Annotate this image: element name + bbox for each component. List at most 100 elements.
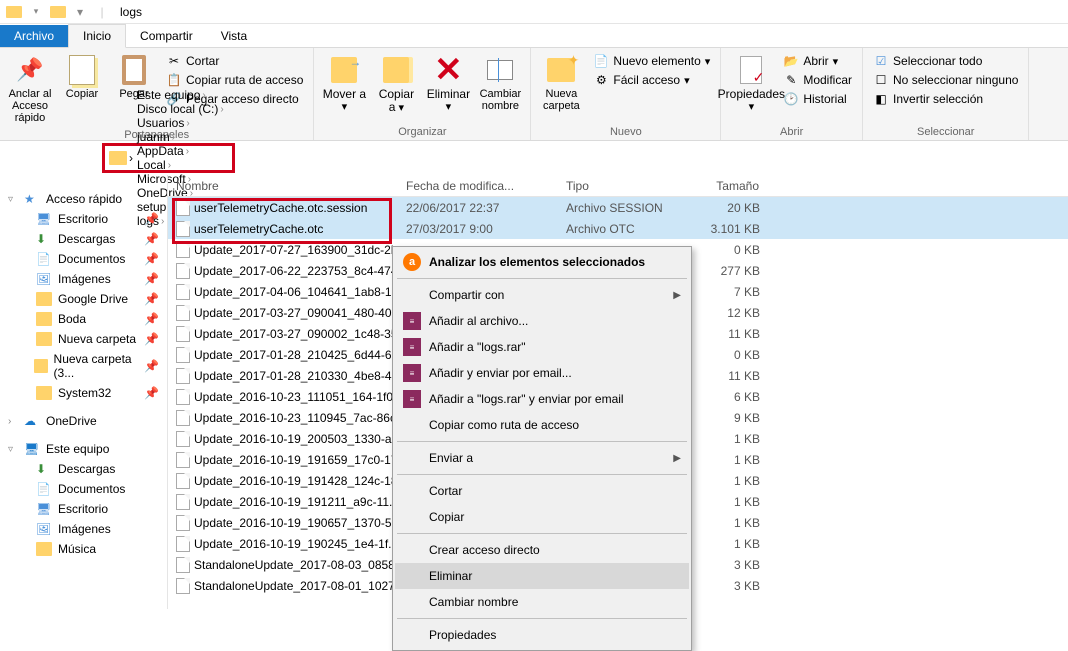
nav-item[interactable]: ⬇Descargas bbox=[0, 459, 167, 479]
ribbon-tabs: Archivo Inicio Compartir Vista bbox=[0, 24, 1068, 48]
group-organize: Mover a ▾ Copiar a ▾ ✕ Eliminar ▾ Cambia… bbox=[314, 48, 531, 140]
breadcrumb-segment[interactable]: juanm› bbox=[133, 130, 228, 144]
chevron-right-icon: › bbox=[186, 118, 189, 129]
delete-button[interactable]: ✕ Eliminar ▾ bbox=[424, 50, 472, 117]
history-button[interactable]: 🕑Historial bbox=[779, 90, 856, 108]
breadcrumb-segment[interactable]: Disco local (C:)› bbox=[133, 102, 228, 116]
folder-icon bbox=[36, 292, 52, 306]
file-icon bbox=[176, 326, 190, 342]
nav-item[interactable]: Google Drive📌 bbox=[0, 289, 167, 309]
rename-icon bbox=[487, 60, 513, 80]
pin-icon: 📌 bbox=[144, 272, 159, 286]
group-open: Propiedades ▾ 📂Abrir ▾ ✎Modificar 🕑Histo… bbox=[721, 48, 863, 140]
nav-onedrive[interactable]: ›☁OneDrive bbox=[0, 411, 167, 431]
nav-item[interactable]: 🖼Imágenes bbox=[0, 519, 167, 539]
chevron-right-icon: ▶ bbox=[673, 453, 681, 464]
folder-icon bbox=[36, 542, 52, 556]
properties-button[interactable]: Propiedades ▾ bbox=[727, 50, 775, 117]
history-icon: 🕑 bbox=[783, 91, 799, 107]
winrar-icon: ≡ bbox=[403, 312, 421, 330]
nav-item[interactable]: Nueva carpeta📌 bbox=[0, 329, 167, 349]
new-item-button[interactable]: 📄Nuevo elemento ▾ bbox=[589, 52, 714, 70]
nav-item[interactable]: 🖥Escritorio📌 bbox=[0, 209, 167, 229]
ctx-share-with[interactable]: Compartir con▶ bbox=[395, 282, 689, 308]
col-size[interactable]: Tamaño bbox=[688, 179, 768, 193]
navigation-pane[interactable]: ▿★Acceso rápido 🖥Escritorio📌⬇Descargas📌📄… bbox=[0, 175, 168, 609]
ctx-add-archive[interactable]: ≡Añadir al archivo... bbox=[395, 308, 689, 334]
nav-item[interactable]: Música bbox=[0, 539, 167, 559]
new-folder-button[interactable]: Nueva carpeta bbox=[537, 50, 585, 116]
qat-down-icon[interactable]: ▾ bbox=[26, 2, 46, 22]
open-button[interactable]: 📂Abrir ▾ bbox=[779, 52, 856, 70]
copy-path-button[interactable]: 📋Copiar ruta de acceso bbox=[162, 71, 307, 89]
folder-icon: 🖥 bbox=[36, 502, 52, 516]
tab-share[interactable]: Compartir bbox=[126, 25, 207, 47]
paste-icon bbox=[122, 55, 146, 85]
col-name[interactable]: Nombre bbox=[168, 179, 398, 193]
qat-overflow-icon[interactable]: ▾ bbox=[70, 2, 90, 22]
breadcrumb-segment[interactable]: Usuarios› bbox=[133, 116, 228, 130]
col-type[interactable]: Tipo bbox=[558, 179, 688, 193]
ctx-add-logs[interactable]: ≡Añadir a "logs.rar" bbox=[395, 334, 689, 360]
folder-icon: 🖥 bbox=[36, 212, 52, 226]
file-icon bbox=[176, 284, 190, 300]
separator: | bbox=[92, 2, 112, 22]
column-headers[interactable]: Nombre Fecha de modifica... Tipo Tamaño bbox=[168, 175, 1068, 197]
quick-access-toolbar: ▾ ▾ | bbox=[4, 2, 112, 22]
select-none-button[interactable]: ☐No seleccionar ninguno bbox=[869, 71, 1022, 89]
tab-view[interactable]: Vista bbox=[207, 25, 261, 47]
ctx-send-to[interactable]: Enviar a▶ bbox=[395, 445, 689, 471]
ctx-rename[interactable]: Cambiar nombre bbox=[395, 589, 689, 615]
move-to-button[interactable]: Mover a ▾ bbox=[320, 50, 368, 117]
nav-item[interactable]: Nueva carpeta (3...📌 bbox=[0, 349, 167, 383]
nav-this-pc[interactable]: ▿🖥Este equipo bbox=[0, 439, 167, 459]
breadcrumb-segment[interactable]: Este equipo› bbox=[133, 88, 228, 102]
select-all-button[interactable]: ☑Seleccionar todo bbox=[869, 52, 1022, 70]
breadcrumb-segment[interactable]: AppData› bbox=[133, 144, 228, 158]
nav-item[interactable]: Boda📌 bbox=[0, 309, 167, 329]
nav-item[interactable]: System32📌 bbox=[0, 383, 167, 403]
ctx-add-email[interactable]: ≡Añadir y enviar por email... bbox=[395, 360, 689, 386]
group-select: ☑Seleccionar todo ☐No seleccionar ningun… bbox=[863, 48, 1029, 140]
easy-access-button[interactable]: ⚙Fácil acceso ▾ bbox=[589, 71, 714, 89]
tab-home[interactable]: Inicio bbox=[68, 24, 126, 48]
copy-to-button[interactable]: Copiar a ▾ bbox=[372, 50, 420, 118]
file-row[interactable]: userTelemetryCache.otc.session22/06/2017… bbox=[168, 197, 1068, 218]
chevron-right-icon: › bbox=[220, 104, 223, 115]
edit-button[interactable]: ✎Modificar bbox=[779, 71, 856, 89]
col-date[interactable]: Fecha de modifica... bbox=[398, 179, 558, 193]
file-icon bbox=[176, 515, 190, 531]
ctx-analyze[interactable]: aAnalizar los elementos seleccionados bbox=[395, 249, 689, 275]
breadcrumb[interactable]: › Este equipo›Disco local (C:)›Usuarios›… bbox=[102, 143, 235, 173]
invert-selection-button[interactable]: ◧Invertir selección bbox=[869, 90, 1022, 108]
chevron-right-icon: ▶ bbox=[673, 290, 681, 301]
ctx-delete[interactable]: Eliminar bbox=[395, 563, 689, 589]
ctx-copy-path[interactable]: Copiar como ruta de acceso bbox=[395, 412, 689, 438]
cut-button[interactable]: ✂Cortar bbox=[162, 52, 307, 70]
nav-item[interactable]: ⬇Descargas📌 bbox=[0, 229, 167, 249]
pin-quick-access-button[interactable]: 📌 Anclar al Acceso rápido bbox=[6, 50, 54, 128]
winrar-icon: ≡ bbox=[403, 390, 421, 408]
nav-item[interactable]: 🖥Escritorio bbox=[0, 499, 167, 519]
nav-item[interactable]: 📄Documentos📌 bbox=[0, 249, 167, 269]
nav-item[interactable]: 📄Documentos bbox=[0, 479, 167, 499]
ctx-properties[interactable]: Propiedades bbox=[395, 622, 689, 648]
cut-icon: ✂ bbox=[166, 53, 182, 69]
ctx-shortcut[interactable]: Crear acceso directo bbox=[395, 537, 689, 563]
folder-icon[interactable] bbox=[48, 2, 68, 22]
nav-item[interactable]: 🖼Imágenes📌 bbox=[0, 269, 167, 289]
file-icon bbox=[176, 557, 190, 573]
rename-button[interactable]: Cambiar nombre bbox=[476, 50, 524, 116]
ctx-add-logs-email[interactable]: ≡Añadir a "logs.rar" y enviar por email bbox=[395, 386, 689, 412]
edit-icon: ✎ bbox=[783, 72, 799, 88]
file-row[interactable]: userTelemetryCache.otc27/03/2017 9:00Arc… bbox=[168, 218, 1068, 239]
ctx-cut[interactable]: Cortar bbox=[395, 478, 689, 504]
nav-quick-access[interactable]: ▿★Acceso rápido bbox=[0, 189, 167, 209]
pin-icon: 📌 bbox=[144, 292, 159, 306]
copy-button[interactable]: Copiar bbox=[58, 50, 106, 104]
file-icon bbox=[176, 347, 190, 363]
breadcrumb-segment[interactable]: Local› bbox=[133, 158, 228, 172]
tab-file[interactable]: Archivo bbox=[0, 25, 68, 47]
ctx-copy[interactable]: Copiar bbox=[395, 504, 689, 530]
folder-icon bbox=[34, 359, 47, 373]
